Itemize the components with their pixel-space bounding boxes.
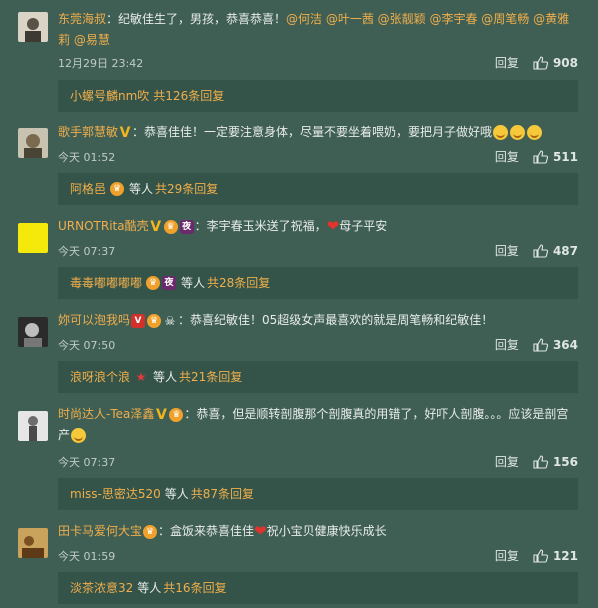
reply-username[interactable]: 淡茶浓意32 <box>70 572 133 604</box>
avatar[interactable] <box>18 411 48 441</box>
comment-content-2: 祝小宝贝健康快乐成长 <box>266 524 387 538</box>
comment-actions: 回复 908 <box>495 54 578 71</box>
grin-emoji-icon <box>71 428 87 443</box>
reply-etc: 等人 <box>153 370 178 384</box>
username[interactable]: 时尚达人-Tea泽鑫 <box>58 407 154 421</box>
thumbs-up-icon[interactable] <box>533 55 548 70</box>
comment-content: ：恭喜纪敏佳！05超级女声最喜欢的就是周笔畅和纪敏佳！ <box>178 313 494 327</box>
heart-emoji-icon: ❤ <box>254 522 267 540</box>
reply-total[interactable]: 共126条回复 <box>153 80 224 112</box>
timestamp: 今天 07:50 <box>58 339 116 352</box>
comment-content: ：李宇春玉米送了祝福， <box>194 219 327 233</box>
replies-summary[interactable]: 毒毒嘟嘟嘟嘟 ♛ 夜等人 共28条回复 <box>58 267 578 299</box>
reply-total[interactable]: 共29条回复 <box>155 173 218 205</box>
comment-text: 田卡马爱何大宝 ♛ ：盒饭来恭喜佳佳❤祝小宝贝健康快乐成长 <box>58 521 578 542</box>
comment-text: 东莞海叔：纪敏佳生了，男孩，恭喜恭喜！@何洁 @叶一茜 @张靓颖 @李宇春 @周… <box>58 9 578 51</box>
like-count: 487 <box>552 243 578 258</box>
reply-total[interactable]: 共21条回复 <box>179 361 242 393</box>
avatar[interactable] <box>18 128 48 158</box>
heart-emoji-icon: ❤ <box>326 217 340 235</box>
crown-badge-icon: ♛ <box>147 313 162 328</box>
crown-badge-icon: ♛ <box>143 524 158 539</box>
comment-content-2: 母子平安 <box>339 219 388 233</box>
reply-etc: 等人 <box>181 276 206 290</box>
like-count: 121 <box>552 548 578 563</box>
reply-username[interactable]: 小螺号麟nm吹 <box>70 80 149 112</box>
reply-username[interactable]: 毒毒嘟嘟嘟嘟 <box>70 267 142 299</box>
thumbs-up-icon[interactable] <box>533 548 548 563</box>
like-count: 511 <box>552 149 578 164</box>
timestamp: 今天 01:52 <box>58 151 116 164</box>
night-badge-icon: 夜 <box>162 276 177 290</box>
night-badge-icon: 夜 <box>179 219 194 234</box>
replies-summary[interactable]: 浪呀浪个浪 ★ 等人 共21条回复 <box>58 361 578 393</box>
grin-emoji-icon <box>510 125 526 140</box>
comment-actions: 回复 156 <box>495 453 578 470</box>
avatar[interactable] <box>18 317 48 347</box>
avatar[interactable] <box>18 12 48 42</box>
verified-v-icon: V <box>150 218 162 235</box>
crown-badge-icon: ♛ <box>146 276 161 290</box>
comment-text: 歌手郭慧敏 V ：恭喜佳佳！一定要注意身体，尽量不要坐着喂奶，要把月子做好哦 <box>58 122 578 143</box>
like-count: 364 <box>552 337 578 352</box>
username[interactable]: 东莞海叔 <box>58 12 106 26</box>
reply-total[interactable]: 共16条回复 <box>163 572 226 604</box>
timestamp: 今天 01:59 <box>58 550 116 563</box>
reply-total[interactable]: 共28条回复 <box>207 267 270 299</box>
thumbs-up-icon[interactable] <box>533 149 548 164</box>
comment-text: URNOTRita酷壳 V ♛ 夜：李宇春玉米送了祝福，❤母子平安 <box>58 216 578 237</box>
crown-badge-icon: ♛ <box>163 219 178 234</box>
comment-content: ：恭喜佳佳！一定要注意身体，尽量不要坐着喂奶，要把月子做好哦 <box>132 125 493 139</box>
username[interactable]: 妳可以泡我吗 <box>58 313 130 327</box>
reply-username[interactable]: 浪呀浪个浪 <box>70 361 130 393</box>
comment-content: ：纪敏佳生了，男孩，恭喜恭喜！ <box>106 12 287 26</box>
grin-emoji-icon <box>493 125 509 140</box>
reply-etc: 等人 <box>129 182 154 196</box>
like-count: 908 <box>552 55 578 70</box>
comment-actions: 回复 487 <box>495 242 578 259</box>
reply-button[interactable]: 回复 <box>495 336 519 353</box>
skull-badge-icon: ☠ <box>164 313 176 328</box>
comment-text: 时尚达人-Tea泽鑫 V ♛ ：恭喜，但是顺转剖腹那个剖腹真的用错了，好吓人剖腹。。。… <box>58 404 578 446</box>
replies-summary[interactable]: 阿格邑 ♛ 等人 共29条回复 <box>58 173 578 205</box>
thumbs-up-icon[interactable] <box>533 337 548 352</box>
timestamp: 12月29日 23:42 <box>58 57 144 70</box>
crown-badge-icon: ♛ <box>110 182 125 196</box>
comment-actions: 回复 121 <box>495 547 578 564</box>
crown-badge-icon: ♛ <box>169 407 184 422</box>
username[interactable]: URNOTRita酷壳 <box>58 219 149 233</box>
username[interactable]: 歌手郭慧敏 <box>58 125 118 139</box>
reply-total[interactable]: 共87条回复 <box>191 478 254 510</box>
avatar[interactable] <box>18 223 48 253</box>
grin-emoji-icon <box>527 125 543 140</box>
reply-button[interactable]: 回复 <box>495 54 519 71</box>
thumbs-up-icon[interactable] <box>533 454 548 469</box>
star-badge-icon: ★ <box>135 370 147 384</box>
comment-actions: 回复 511 <box>495 148 578 165</box>
comment-content: ：盒饭来恭喜佳佳 <box>158 524 255 538</box>
verified-v-icon: V <box>155 406 167 423</box>
timestamp: 今天 07:37 <box>58 245 116 258</box>
reply-etc: 等人 <box>164 487 189 501</box>
avatar[interactable] <box>18 528 48 558</box>
reply-username[interactable]: 阿格邑 <box>70 173 106 205</box>
reply-button[interactable]: 回复 <box>495 547 519 564</box>
reply-etc: 等人 <box>137 581 162 595</box>
replies-summary[interactable]: miss-思密达520 等人 共87条回复 <box>58 478 578 510</box>
like-count: 156 <box>552 454 578 469</box>
reply-button[interactable]: 回复 <box>495 242 519 259</box>
replies-summary[interactable]: 淡茶浓意32 等人 共16条回复 <box>58 572 578 604</box>
comment-actions: 回复 364 <box>495 336 578 353</box>
verified-v-icon: V <box>131 313 146 328</box>
replies-summary[interactable]: 小螺号麟nm吹 共126条回复 <box>58 80 578 112</box>
reply-button[interactable]: 回复 <box>495 148 519 165</box>
comment-text: 妳可以泡我吗 V ♛ ☠ ：恭喜纪敏佳！05超级女声最喜欢的就是周笔畅和纪敏佳！ <box>58 310 578 331</box>
verified-v-icon: V <box>119 124 131 141</box>
reply-button[interactable]: 回复 <box>495 453 519 470</box>
timestamp: 今天 07:37 <box>58 456 116 469</box>
username[interactable]: 田卡马爱何大宝 <box>58 524 142 538</box>
reply-username[interactable]: miss-思密达520 <box>70 478 161 510</box>
thumbs-up-icon[interactable] <box>533 243 548 258</box>
